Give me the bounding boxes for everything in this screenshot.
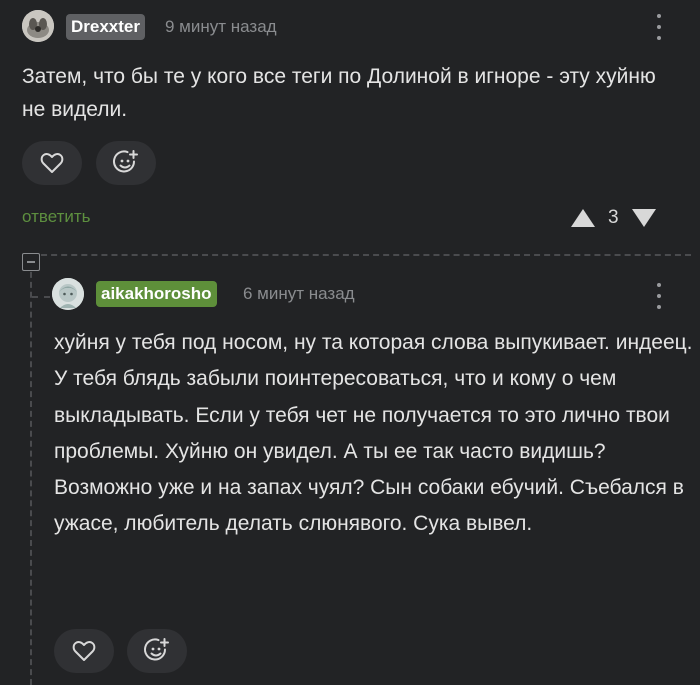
comments-page: Drexxter 9 минут назад Затем, что бы те … (0, 0, 700, 685)
thread-connector (31, 254, 691, 257)
downvote-icon[interactable] (631, 208, 657, 228)
comment-time[interactable]: 9 минут назад (165, 14, 277, 40)
username[interactable]: aikakhorosho (96, 281, 217, 307)
add-reaction-button[interactable] (96, 141, 156, 185)
comment-text: Затем, что бы те у кого все теги по Доли… (22, 65, 656, 121)
thread-connector (32, 296, 50, 299)
avatar[interactable] (52, 278, 84, 310)
avatar[interactable] (22, 10, 54, 42)
comment-time[interactable]: 6 минут назад (243, 281, 355, 307)
avatar-anime-icon (52, 278, 84, 310)
reply-link[interactable]: ответить (22, 207, 91, 227)
upvote-icon[interactable] (570, 208, 596, 228)
more-options-icon[interactable] (652, 14, 666, 40)
like-button[interactable] (54, 629, 114, 673)
add-emoji-icon (113, 150, 138, 173)
like-button[interactable] (22, 141, 82, 185)
comment-text: хуйня у тебя под носом, ну та которая сл… (54, 331, 693, 536)
more-options-icon[interactable] (652, 283, 666, 309)
username[interactable]: Drexxter (66, 14, 145, 40)
collapse-thread-button[interactable] (22, 253, 40, 271)
avatar-dog-icon (22, 10, 54, 42)
heart-icon (72, 641, 96, 661)
add-reaction-button[interactable] (127, 629, 187, 673)
vote-controls: 3 (570, 198, 657, 238)
vote-score: 3 (608, 207, 619, 228)
heart-icon (40, 153, 64, 173)
thread-line (30, 262, 33, 685)
add-emoji-icon (144, 638, 169, 661)
